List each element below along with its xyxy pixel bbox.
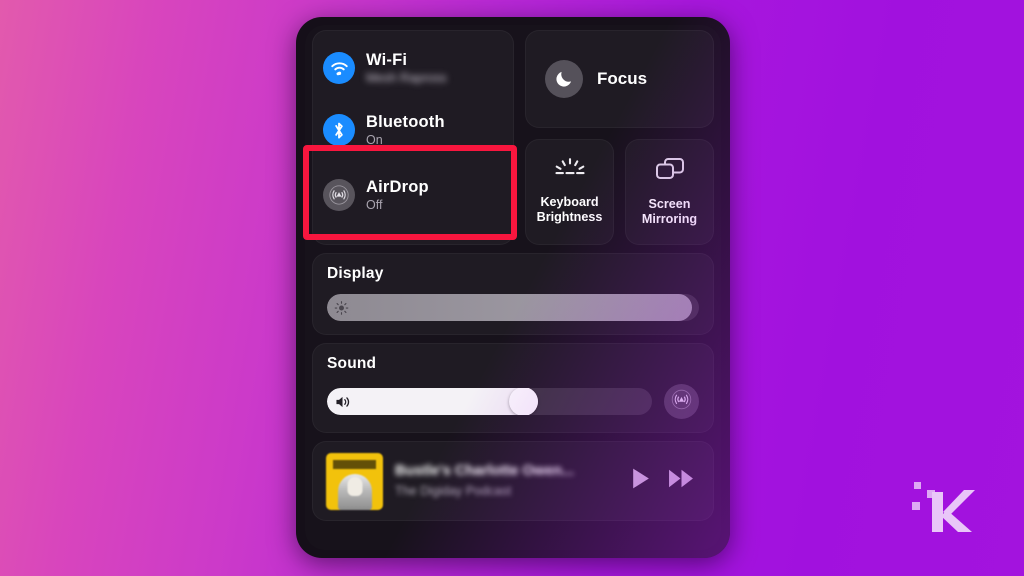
wifi-labels: Wi-Fi Mesh Rapross <box>366 51 447 84</box>
display-slider[interactable] <box>327 294 699 321</box>
speaker-icon <box>334 394 352 409</box>
top-section: Wi-Fi Mesh Rapross Bluetooth On AirDrop … <box>312 30 714 245</box>
sound-title: Sound <box>327 355 377 372</box>
toggle-row-wifi[interactable]: Wi-Fi Mesh Rapross <box>313 37 513 99</box>
keyboard-brightness-icon <box>552 157 588 186</box>
sound-output-button[interactable] <box>664 384 699 419</box>
screen-mirroring-icon <box>654 156 686 188</box>
sound-slider[interactable] <box>327 388 652 415</box>
focus-tile[interactable]: Focus <box>525 30 714 128</box>
media-subtitle: The Digiday Podcast <box>395 483 512 498</box>
bluetooth-labels: Bluetooth On <box>366 113 445 146</box>
focus-label: Focus <box>597 69 648 88</box>
airplay-icon <box>671 389 692 415</box>
control-center-panel: Wi-Fi Mesh Rapross Bluetooth On AirDrop … <box>305 25 721 550</box>
screen-mirroring-tile[interactable]: Screen Mirroring <box>625 139 714 245</box>
media-controls <box>630 467 699 495</box>
play-icon[interactable] <box>630 467 651 495</box>
wifi-status: Mesh Rapross <box>366 70 447 85</box>
media-card[interactable]: Bustle's Charlotte Owen... The Digiday P… <box>312 441 714 521</box>
sound-slider-row <box>327 384 699 419</box>
media-text: Bustle's Charlotte Owen... The Digiday P… <box>395 463 618 499</box>
wifi-title: Wi-Fi <box>366 51 408 70</box>
brightness-icon <box>334 300 349 315</box>
screenshot-canvas: Wi-Fi Mesh Rapross Bluetooth On AirDrop … <box>0 0 1024 576</box>
wifi-icon <box>323 52 355 84</box>
toggle-row-airdrop[interactable]: AirDrop Off <box>313 164 513 226</box>
display-slider-row <box>327 294 699 321</box>
bluetooth-title: Bluetooth <box>366 113 445 132</box>
connectivity-column: Wi-Fi Mesh Rapross Bluetooth On AirDrop … <box>312 30 514 245</box>
sound-slider-knob[interactable] <box>509 388 539 415</box>
keyboard-brightness-tile[interactable]: Keyboard Brightness <box>525 139 614 245</box>
display-card: Display <box>312 253 714 335</box>
fast-forward-icon[interactable] <box>668 468 695 494</box>
airdrop-status: Off <box>366 197 383 212</box>
airdrop-title: AirDrop <box>366 178 429 197</box>
screen-mirroring-label: Screen Mirroring <box>641 196 698 226</box>
media-title: Bustle's Charlotte Owen... <box>395 463 575 480</box>
bluetooth-status: On <box>366 132 383 147</box>
right-column: Focus Keyboard Brightness Screen Mirrori… <box>525 30 714 245</box>
control-center-window: Wi-Fi Mesh Rapross Bluetooth On AirDrop … <box>296 17 730 558</box>
connectivity-card: Wi-Fi Mesh Rapross Bluetooth On AirDrop … <box>312 30 514 245</box>
airdrop-labels: AirDrop Off <box>366 178 429 211</box>
toggle-row-bluetooth[interactable]: Bluetooth On <box>313 99 513 161</box>
artwork-band <box>333 459 376 469</box>
artwork-face <box>347 476 362 496</box>
display-title: Display <box>327 265 384 282</box>
sound-slider-fill <box>327 388 539 415</box>
tile-row: Keyboard Brightness Screen Mirroring <box>525 139 714 245</box>
bluetooth-icon <box>323 114 355 146</box>
display-slider-fill <box>327 294 692 321</box>
knowtechie-logo <box>908 476 978 538</box>
moon-icon <box>545 60 583 98</box>
airdrop-icon <box>323 179 355 211</box>
podcast-artwork <box>326 452 383 510</box>
keyboard-brightness-label: Keyboard Brightness <box>536 195 603 224</box>
sound-card: Sound <box>312 343 714 433</box>
